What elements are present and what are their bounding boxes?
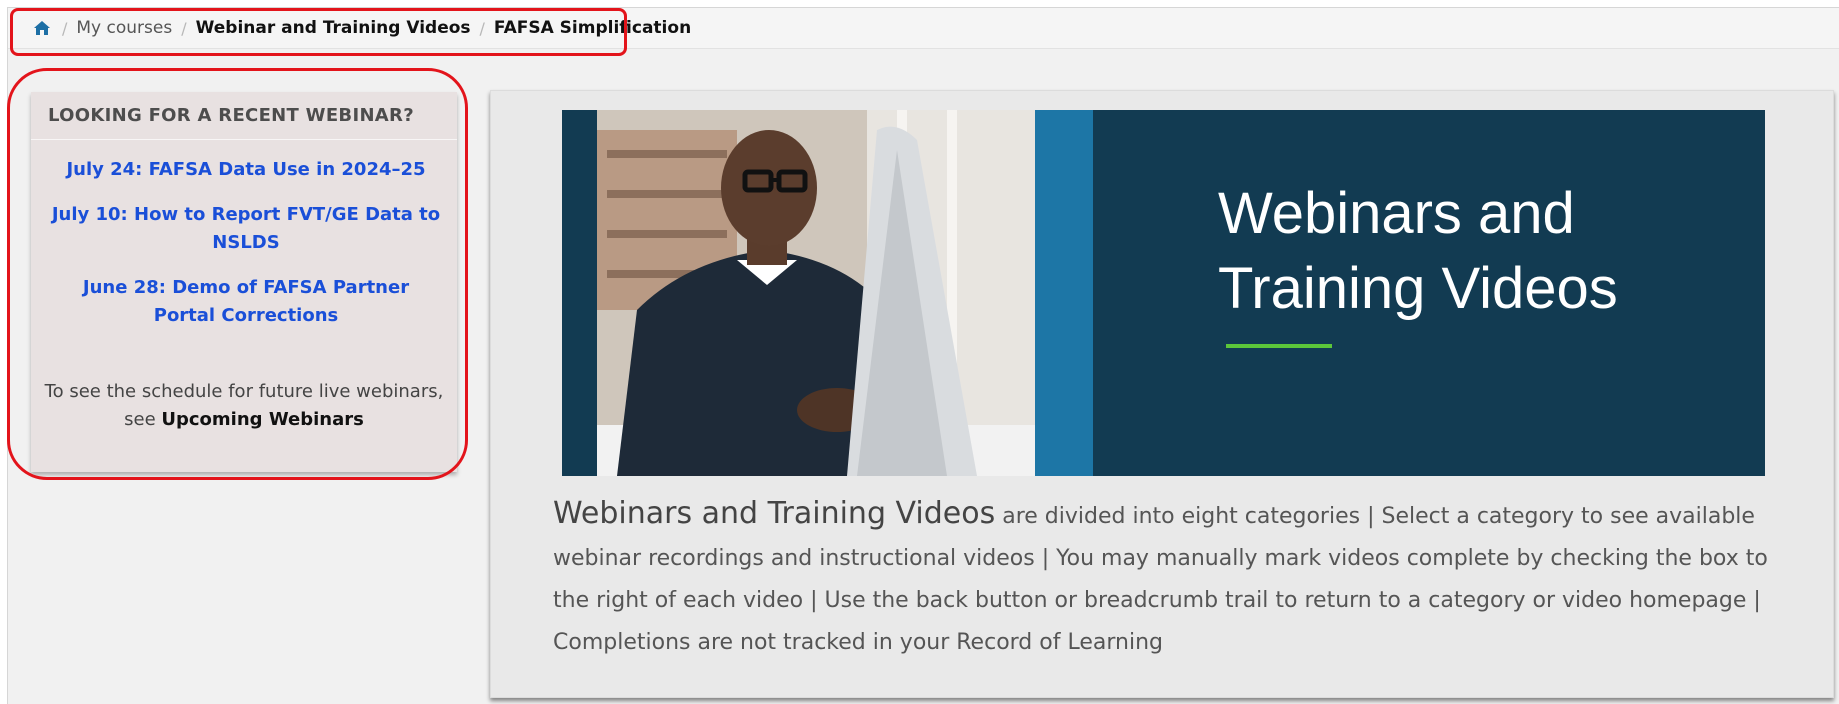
page-frame: / My courses / Webinar and Training Vide… <box>7 7 1839 704</box>
breadcrumb-webinar-and-training-videos[interactable]: Webinar and Training Videos <box>196 18 471 38</box>
webinar-link-partner-portal[interactable]: June 28: Demo of FAFSA Partner Portal Co… <box>51 274 441 330</box>
breadcrumb-fafsa-simplification[interactable]: FAFSA Simplification <box>494 18 691 38</box>
banner-title-line1: Webinars and <box>1218 181 1575 246</box>
recent-webinar-block: LOOKING FOR A RECENT WEBINAR? July 24: F… <box>31 92 457 472</box>
block-title: LOOKING FOR A RECENT WEBINAR? <box>48 105 414 126</box>
breadcrumb: / My courses / Webinar and Training Vide… <box>8 8 1839 49</box>
breadcrumb-separator: / <box>181 18 187 38</box>
breadcrumb-separator: / <box>62 18 68 38</box>
banner-underline <box>1226 344 1332 348</box>
upcoming-webinars-link[interactable]: Upcoming Webinars <box>161 409 363 430</box>
webinar-link-fvt-ge-data[interactable]: July 10: How to Report FVT/GE Data to NS… <box>51 201 441 257</box>
home-icon[interactable] <box>33 18 53 38</box>
description-lead: Webinars and Training Videos <box>553 496 996 531</box>
breadcrumb-separator: / <box>479 18 485 38</box>
webinar-link-list: July 24: FAFSA Data Use in 2024–25 July … <box>51 156 441 347</box>
main-content-panel: Webinars and Training Videos Webinars an… <box>490 90 1834 698</box>
photo-man-at-laptop <box>597 110 1035 476</box>
schedule-text: To see the schedule for future live webi… <box>43 378 445 434</box>
webinar-link-fafsa-data-use[interactable]: July 24: FAFSA Data Use in 2024–25 <box>51 156 441 184</box>
banner-accent-strip <box>1035 110 1093 476</box>
description-text: Webinars and Training Videos are divided… <box>553 493 1793 664</box>
banner-title-line2: Training Videos <box>1218 256 1618 321</box>
banner-image: Webinars and Training Videos <box>562 110 1765 476</box>
banner-title: Webinars and Training Videos <box>1218 176 1738 326</box>
divider <box>31 139 457 140</box>
breadcrumb-my-courses[interactable]: My courses <box>76 18 172 38</box>
